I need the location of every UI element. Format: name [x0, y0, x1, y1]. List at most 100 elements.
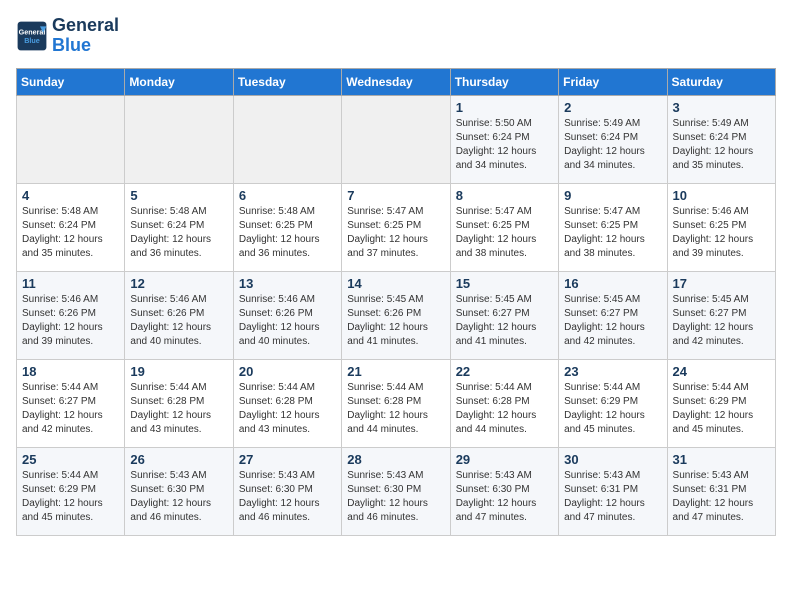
day-info: Sunrise: 5:43 AM Sunset: 6:31 PM Dayligh… — [564, 469, 661, 525]
calendar-week-row: 25 Sunrise: 5:44 AM Sunset: 6:29 PM Dayli… — [17, 447, 776, 535]
calendar-cell: 8 Sunrise: 5:47 AM Sunset: 6:25 PM Daylig… — [450, 183, 558, 271]
weekday-header-friday: Friday — [559, 68, 667, 95]
calendar-cell: 25 Sunrise: 5:44 AM Sunset: 6:29 PM Dayli… — [17, 447, 125, 535]
calendar-cell — [233, 95, 341, 183]
day-info: Sunrise: 5:44 AM Sunset: 6:29 PM Dayligh… — [22, 469, 119, 525]
calendar-cell: 7Sunrise: 5:47 AM Sunset: 6:25 PM Daylig… — [342, 183, 450, 271]
day-number: 11 — [22, 276, 119, 291]
weekday-header-row: SundayMondayTuesdayWednesdayThursdayFrid… — [17, 68, 776, 95]
day-info: Sunrise: 5:47 AM Sunset: 6:25 PM Dayligh… — [456, 205, 553, 261]
day-info: Sunrise: 5:47 AM Sunset: 6:25 PM Dayligh… — [564, 205, 661, 261]
calendar-cell: 10 Sunrise: 5:46 AM Sunset: 6:25 PM Dayli… — [667, 183, 775, 271]
day-number: 6 — [239, 188, 336, 203]
day-number: 22 — [456, 364, 553, 379]
calendar-cell: 17 Sunrise: 5:45 AM Sunset: 6:27 PM Dayli… — [667, 271, 775, 359]
calendar-cell: 28 Sunrise: 5:43 AM Sunset: 6:30 PM Dayli… — [342, 447, 450, 535]
calendar-cell: 15Sunrise: 5:45 AM Sunset: 6:27 PM Dayli… — [450, 271, 558, 359]
day-info: Sunrise: 5:45 AM Sunset: 6:27 PM Dayligh… — [564, 293, 661, 349]
day-info: Sunrise: 5:43 AM Sunset: 6:30 PM Dayligh… — [239, 469, 336, 525]
day-number: 14 — [347, 276, 444, 291]
day-number: 25 — [22, 452, 119, 467]
day-number: 19 — [130, 364, 227, 379]
weekday-header-tuesday: Tuesday — [233, 68, 341, 95]
calendar-cell: 13 Sunrise: 5:46 AM Sunset: 6:26 PM Dayli… — [233, 271, 341, 359]
day-info: Sunrise: 5:46 AM Sunset: 6:26 PM Dayligh… — [22, 293, 119, 349]
day-number: 23 — [564, 364, 661, 379]
day-info: Sunrise: 5:44 AM Sunset: 6:28 PM Dayligh… — [456, 381, 553, 437]
calendar-cell: 11 Sunrise: 5:46 AM Sunset: 6:26 PM Dayli… — [17, 271, 125, 359]
day-number: 28 — [347, 452, 444, 467]
day-info: Sunrise: 5:44 AM Sunset: 6:28 PM Dayligh… — [130, 381, 227, 437]
calendar-cell: 22 Sunrise: 5:44 AM Sunset: 6:28 PM Dayli… — [450, 359, 558, 447]
weekday-header-sunday: Sunday — [17, 68, 125, 95]
calendar-cell: 27 Sunrise: 5:43 AM Sunset: 6:30 PM Dayli… — [233, 447, 341, 535]
calendar-cell: 20 Sunrise: 5:44 AM Sunset: 6:28 PM Dayli… — [233, 359, 341, 447]
calendar-cell: 3 Sunrise: 5:49 AM Sunset: 6:24 PM Daylig… — [667, 95, 775, 183]
day-number: 29 — [456, 452, 553, 467]
day-number: 15 — [456, 276, 553, 291]
day-number: 18 — [22, 364, 119, 379]
calendar-cell: 26Sunrise: 5:43 AM Sunset: 6:30 PM Dayli… — [125, 447, 233, 535]
day-number: 17 — [673, 276, 770, 291]
day-info: Sunrise: 5:48 AM Sunset: 6:24 PM Dayligh… — [22, 205, 119, 261]
day-number: 24 — [673, 364, 770, 379]
day-info: Sunrise: 5:43 AM Sunset: 6:30 PM Dayligh… — [347, 469, 444, 525]
weekday-header-saturday: Saturday — [667, 68, 775, 95]
day-info: Sunrise: 5:47 AM Sunset: 6:25 PM Dayligh… — [347, 205, 444, 261]
logo-icon: General Blue — [16, 20, 48, 52]
day-number: 4 — [22, 188, 119, 203]
calendar-week-row: 11 Sunrise: 5:46 AM Sunset: 6:26 PM Dayli… — [17, 271, 776, 359]
logo-text-general: General — [52, 16, 119, 36]
calendar-week-row: 1Sunrise: 5:50 AM Sunset: 6:24 PM Daylig… — [17, 95, 776, 183]
day-number: 12 — [130, 276, 227, 291]
weekday-header-thursday: Thursday — [450, 68, 558, 95]
day-number: 5 — [130, 188, 227, 203]
day-info: Sunrise: 5:49 AM Sunset: 6:24 PM Dayligh… — [673, 117, 770, 173]
day-number: 1 — [456, 100, 553, 115]
logo-text-blue: Blue — [52, 36, 119, 56]
day-info: Sunrise: 5:43 AM Sunset: 6:30 PM Dayligh… — [456, 469, 553, 525]
day-info: Sunrise: 5:43 AM Sunset: 6:30 PM Dayligh… — [130, 469, 227, 525]
calendar-cell: 30Sunrise: 5:43 AM Sunset: 6:31 PM Dayli… — [559, 447, 667, 535]
calendar-cell: 23Sunrise: 5:44 AM Sunset: 6:29 PM Dayli… — [559, 359, 667, 447]
logo: General Blue General Blue — [16, 16, 119, 56]
calendar-week-row: 18 Sunrise: 5:44 AM Sunset: 6:27 PM Dayli… — [17, 359, 776, 447]
day-number: 16 — [564, 276, 661, 291]
day-info: Sunrise: 5:48 AM Sunset: 6:25 PM Dayligh… — [239, 205, 336, 261]
calendar-cell: 2Sunrise: 5:49 AM Sunset: 6:24 PM Daylig… — [559, 95, 667, 183]
day-info: Sunrise: 5:48 AM Sunset: 6:24 PM Dayligh… — [130, 205, 227, 261]
calendar-week-row: 4 Sunrise: 5:48 AM Sunset: 6:24 PM Daylig… — [17, 183, 776, 271]
calendar-cell: 16 Sunrise: 5:45 AM Sunset: 6:27 PM Dayli… — [559, 271, 667, 359]
calendar-cell: 1Sunrise: 5:50 AM Sunset: 6:24 PM Daylig… — [450, 95, 558, 183]
calendar: SundayMondayTuesdayWednesdayThursdayFrid… — [16, 68, 776, 536]
calendar-cell: 12Sunrise: 5:46 AM Sunset: 6:26 PM Dayli… — [125, 271, 233, 359]
day-number: 21 — [347, 364, 444, 379]
day-number: 20 — [239, 364, 336, 379]
day-info: Sunrise: 5:46 AM Sunset: 6:25 PM Dayligh… — [673, 205, 770, 261]
day-info: Sunrise: 5:45 AM Sunset: 6:27 PM Dayligh… — [673, 293, 770, 349]
calendar-cell: 19 Sunrise: 5:44 AM Sunset: 6:28 PM Dayli… — [125, 359, 233, 447]
weekday-header-monday: Monday — [125, 68, 233, 95]
day-number: 13 — [239, 276, 336, 291]
calendar-cell: 18 Sunrise: 5:44 AM Sunset: 6:27 PM Dayli… — [17, 359, 125, 447]
day-info: Sunrise: 5:46 AM Sunset: 6:26 PM Dayligh… — [239, 293, 336, 349]
day-info: Sunrise: 5:44 AM Sunset: 6:28 PM Dayligh… — [347, 381, 444, 437]
calendar-cell: 9Sunrise: 5:47 AM Sunset: 6:25 PM Daylig… — [559, 183, 667, 271]
header: General Blue General Blue — [16, 16, 776, 56]
calendar-cell: 14 Sunrise: 5:45 AM Sunset: 6:26 PM Dayli… — [342, 271, 450, 359]
day-info: Sunrise: 5:44 AM Sunset: 6:27 PM Dayligh… — [22, 381, 119, 437]
day-info: Sunrise: 5:45 AM Sunset: 6:26 PM Dayligh… — [347, 293, 444, 349]
calendar-cell: 5 Sunrise: 5:48 AM Sunset: 6:24 PM Daylig… — [125, 183, 233, 271]
day-number: 3 — [673, 100, 770, 115]
calendar-cell: 24Sunrise: 5:44 AM Sunset: 6:29 PM Dayli… — [667, 359, 775, 447]
calendar-cell: 21 Sunrise: 5:44 AM Sunset: 6:28 PM Dayli… — [342, 359, 450, 447]
day-number: 31 — [673, 452, 770, 467]
calendar-cell: 29 Sunrise: 5:43 AM Sunset: 6:30 PM Dayli… — [450, 447, 558, 535]
day-number: 27 — [239, 452, 336, 467]
day-number: 2 — [564, 100, 661, 115]
svg-text:Blue: Blue — [24, 36, 40, 45]
calendar-cell — [17, 95, 125, 183]
day-number: 8 — [456, 188, 553, 203]
day-number: 10 — [673, 188, 770, 203]
day-info: Sunrise: 5:44 AM Sunset: 6:28 PM Dayligh… — [239, 381, 336, 437]
